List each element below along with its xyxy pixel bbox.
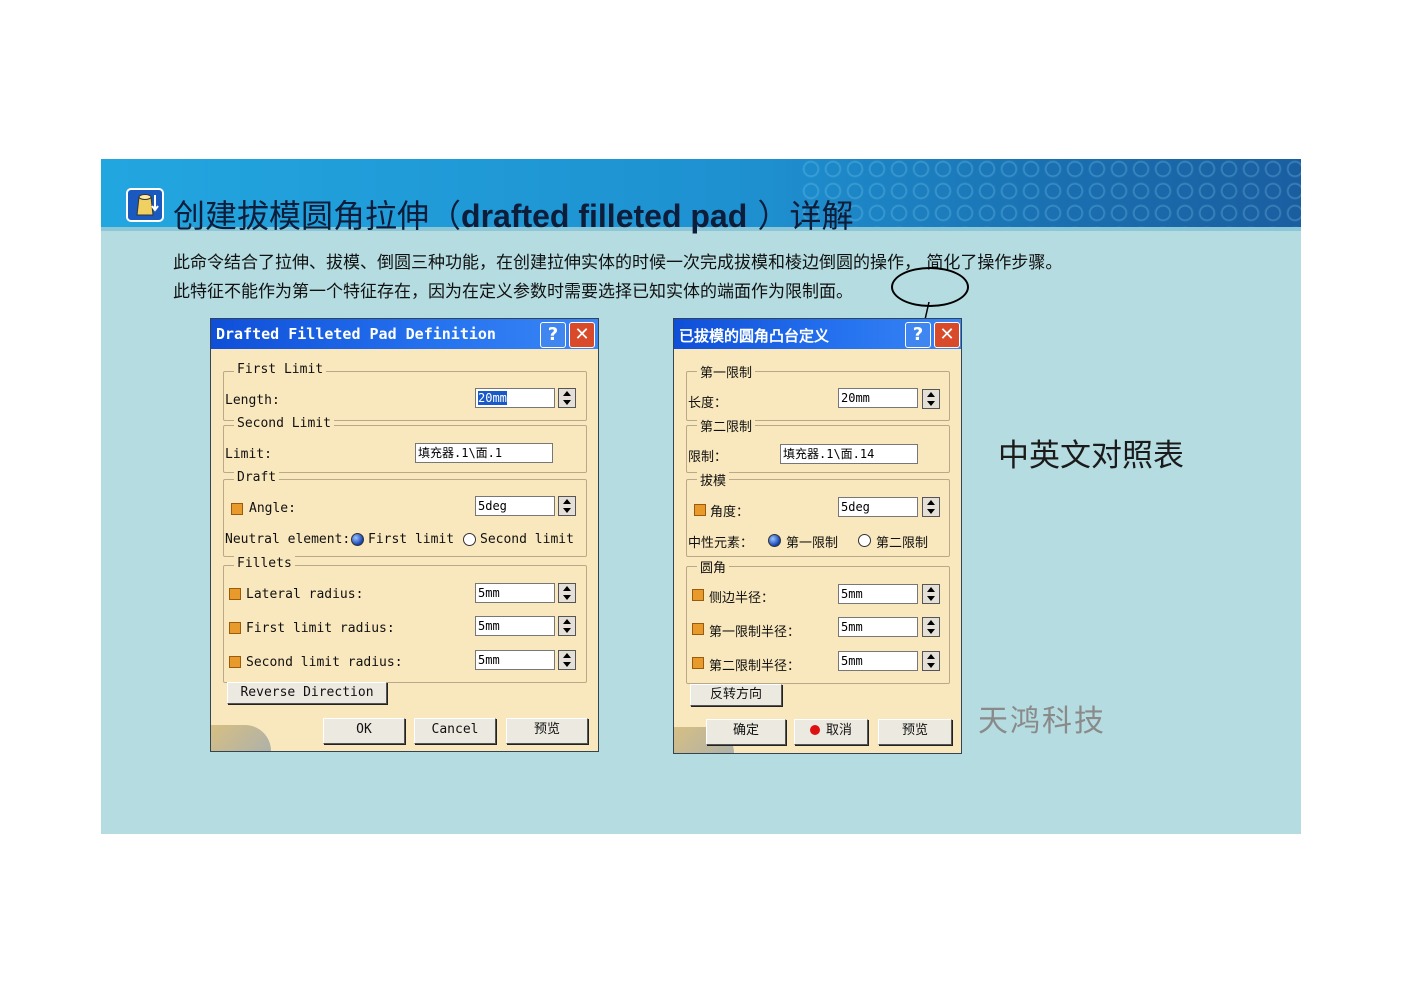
angle-input[interactable]: 5deg [475, 496, 555, 516]
length-value: 20mm [478, 391, 507, 405]
neutral-label: Neutral element: [225, 532, 351, 547]
comparison-label: 中英文对照表 [998, 438, 1184, 474]
help-icon[interactable]: ? [540, 322, 566, 348]
group-label: 第二限制 [697, 416, 756, 435]
lateral-spinner[interactable] [922, 584, 940, 604]
angle-label: Angle: [249, 501, 296, 516]
limit-label: 限制： [688, 450, 728, 465]
group-label: 圆角 [697, 557, 730, 576]
first-limit-option: 第一限制 [786, 536, 839, 551]
group-label: Draft [234, 470, 280, 485]
second-radius-label: 第二限制半径： [709, 659, 801, 674]
angle-checkbox[interactable] [694, 504, 706, 516]
preview-button[interactable]: 预览 [878, 719, 952, 745]
close-icon[interactable]: ✕ [569, 322, 595, 348]
lateral-label: Lateral radius: [246, 587, 364, 602]
angle-label: 角度： [710, 505, 750, 520]
length-spinner[interactable] [558, 388, 576, 408]
first-radius-input[interactable]: 5mm [838, 617, 918, 637]
second-radius-spinner[interactable] [558, 650, 576, 670]
cancel-label: 取消 [825, 723, 852, 738]
title-suffix: ）详解 [747, 197, 854, 235]
first-radius-checkbox[interactable] [692, 623, 704, 635]
header-swirl-pattern [801, 159, 1301, 231]
company-watermark: 天鸿科技 [978, 704, 1106, 739]
cn-dialog-title: 已拔模的圆角凸台定义 [679, 327, 830, 345]
first-limit-radio[interactable] [351, 533, 364, 546]
length-input[interactable]: 20mm [475, 388, 555, 408]
angle-input[interactable]: 5deg [838, 497, 918, 517]
cn-dialog-titlebar: 已拔模的圆角凸台定义 ? ✕ [674, 319, 961, 349]
length-label: Length: [225, 393, 280, 408]
page-title: 创建拔模圆角拉伸（drafted filleted pad ）详解 [173, 191, 853, 237]
neutral-label: 中性元素： [688, 536, 754, 551]
group-label: Fillets [234, 556, 295, 571]
cancel-button[interactable]: Cancel [414, 718, 496, 744]
lateral-label: 侧边半径： [709, 591, 775, 606]
second-limit-radio[interactable] [463, 533, 476, 546]
lateral-spinner[interactable] [558, 583, 576, 603]
second-radius-input[interactable]: 5mm [475, 650, 555, 670]
group-label: First Limit [234, 362, 327, 377]
cn-dialog: 已拔模的圆角凸台定义 ? ✕ 第一限制 长度： 20mm 第二限制 限制： 填充… [673, 318, 962, 754]
limit-input[interactable]: 填充器.1\面.1 [415, 443, 553, 463]
length-spinner[interactable] [922, 389, 940, 409]
reverse-direction-button[interactable]: Reverse Direction [227, 682, 387, 704]
second-radius-spinner[interactable] [922, 651, 940, 671]
second-radius-checkbox[interactable] [692, 657, 704, 669]
first-limit-radio[interactable] [768, 534, 781, 547]
description-line-2: 此特征不能作为第一个特征存在，因为在定义参数时需要选择已知实体的端面作为限制面。 [173, 282, 853, 302]
ok-button[interactable]: 确定 [706, 719, 786, 745]
second-radius-input[interactable]: 5mm [838, 651, 918, 671]
limit-label: Limit: [225, 447, 272, 462]
first-radius-spinner[interactable] [922, 617, 940, 637]
first-radius-input[interactable]: 5mm [475, 616, 555, 636]
angle-checkbox[interactable] [231, 503, 243, 515]
second-radius-checkbox[interactable] [229, 656, 241, 668]
group-label: 第一限制 [697, 362, 756, 381]
catia-feature-icon [126, 188, 164, 222]
first-radius-spinner[interactable] [558, 616, 576, 636]
second-radius-label: Second limit radius: [246, 655, 403, 670]
second-limit-radio[interactable] [858, 534, 871, 547]
en-dialog: Drafted Filleted Pad Definition ? ✕ Firs… [210, 318, 599, 752]
lateral-checkbox[interactable] [229, 588, 241, 600]
help-icon[interactable]: ? [905, 322, 931, 348]
first-limit-option: First limit [368, 532, 455, 547]
en-dialog-titlebar: Drafted Filleted Pad Definition ? ✕ [211, 319, 598, 349]
reverse-direction-button[interactable]: 反转方向 [690, 684, 782, 706]
limit-input[interactable]: 填充器.1\面.14 [780, 444, 918, 464]
cancel-button[interactable]: 取消 [794, 719, 868, 745]
first-radius-checkbox[interactable] [229, 622, 241, 634]
group-label: 拔模 [697, 470, 730, 489]
angle-spinner[interactable] [922, 497, 940, 517]
title-prefix: 创建拔模圆角拉伸（ [173, 197, 462, 235]
length-input[interactable]: 20mm [838, 388, 918, 408]
second-limit-option: 第二限制 [876, 536, 929, 551]
lateral-checkbox[interactable] [692, 589, 704, 601]
title-bold: drafted filleted pad [461, 198, 748, 234]
dialog-corner-decoration [211, 725, 271, 751]
close-icon[interactable]: ✕ [934, 322, 960, 348]
first-radius-label: 第一限制半径： [709, 625, 801, 640]
ok-button[interactable]: OK [323, 718, 405, 744]
second-limit-option: Second limit [480, 532, 574, 547]
lateral-input[interactable]: 5mm [838, 584, 918, 604]
en-dialog-title: Drafted Filleted Pad Definition [216, 325, 496, 343]
first-radius-label: First limit radius: [246, 621, 395, 636]
stop-icon [809, 725, 820, 735]
preview-button[interactable]: 预览 [506, 718, 588, 744]
lateral-input[interactable]: 5mm [475, 583, 555, 603]
angle-spinner[interactable] [558, 496, 576, 516]
length-label: 长度： [688, 396, 728, 411]
group-label: Second Limit [234, 416, 334, 431]
